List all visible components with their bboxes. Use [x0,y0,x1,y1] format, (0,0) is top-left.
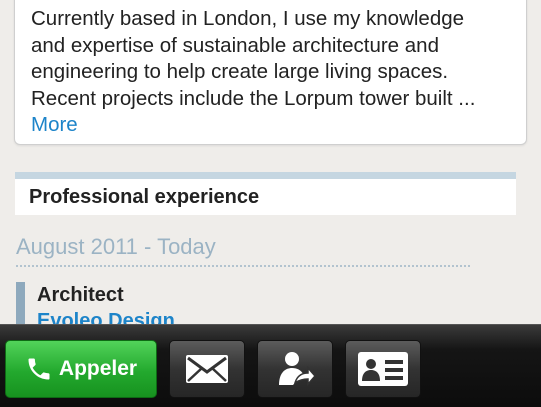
section-accent-bar [15,172,516,179]
job-date-range: August 2011 - Today [16,234,216,259]
more-link[interactable]: More [31,112,78,138]
summary-line: and expertise of sustainable architectur… [31,33,439,57]
call-button[interactable]: Appeler [5,340,157,398]
contact-card-button[interactable] [345,340,421,398]
share-contact-button[interactable] [257,340,333,398]
profile-summary-card: Currently based in London, I use my know… [14,0,527,145]
section-title: Professional experience [29,186,260,208]
profile-summary-text: Currently based in London, I use my know… [31,6,516,112]
envelope-icon [186,355,228,383]
summary-line: engineering to help create large living … [31,60,449,83]
share-contact-icon [279,352,315,386]
phone-icon [28,358,50,380]
summary-line: Recent projects include the Lorpum tower… [31,86,476,110]
call-button-label: Appeler [58,357,138,380]
section-header: Professional experience [15,179,516,215]
job-title: Architect [37,284,124,306]
contact-card-icon [358,352,408,386]
summary-line: Currently based in London, I use my know… [31,7,465,30]
dotted-divider [16,265,470,267]
email-button[interactable] [169,340,245,398]
bottom-toolbar: Appeler [0,324,541,407]
